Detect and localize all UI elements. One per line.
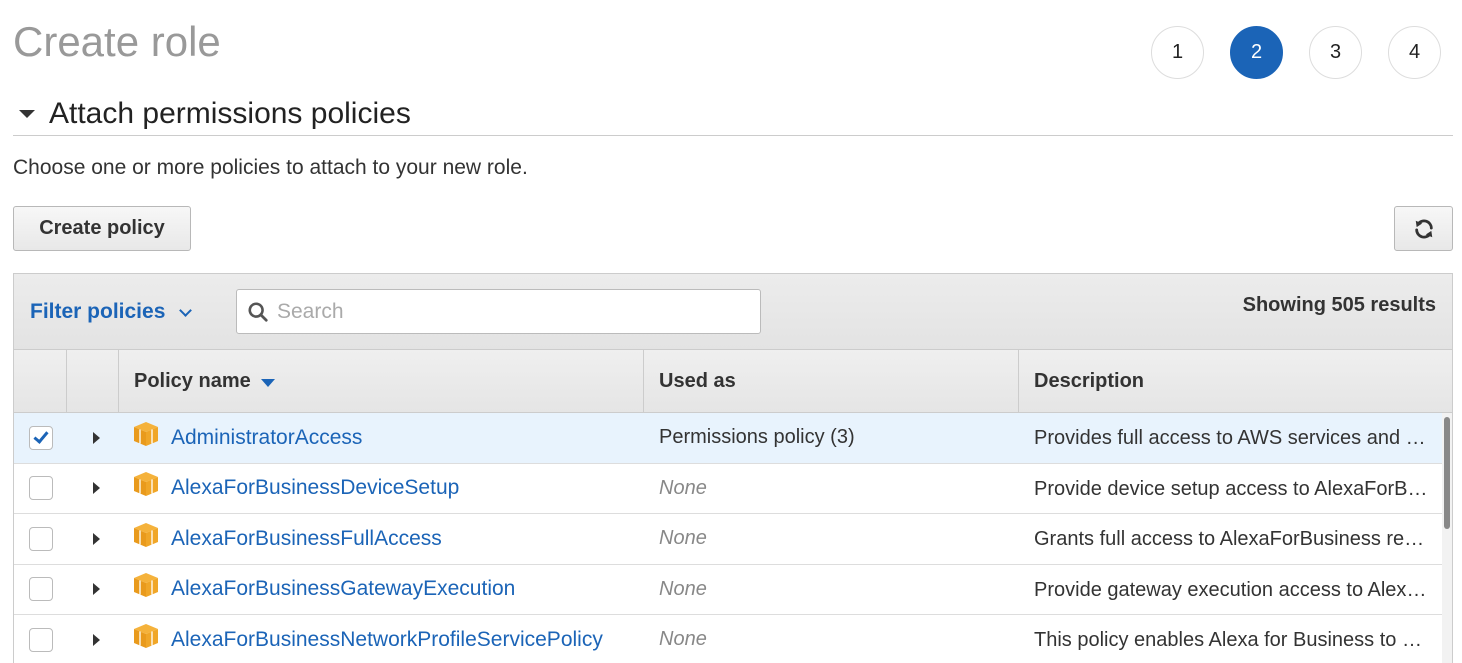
header-expand bbox=[67, 350, 119, 412]
policy-name-link[interactable]: AdministratorAccess bbox=[171, 426, 362, 450]
wizard-steps: 1 2 3 4 bbox=[1151, 26, 1441, 79]
sort-desc-icon[interactable] bbox=[260, 378, 275, 387]
header-policy-name-label: Policy name bbox=[134, 369, 251, 392]
row-select-cell bbox=[14, 464, 67, 514]
table-row[interactable]: AlexaForBusinessGatewayExecution None Pr… bbox=[14, 565, 1452, 615]
aws-policy-cube-icon bbox=[134, 522, 158, 547]
policy-name-cell: AlexaForBusinessGatewayExecution bbox=[119, 565, 644, 615]
header-used-as[interactable]: Used as bbox=[644, 350, 1019, 412]
step-4[interactable]: 4 bbox=[1388, 26, 1441, 79]
table-row[interactable]: AlexaForBusinessNetworkProfileServicePol… bbox=[14, 615, 1452, 663]
description-cell: Grants full access to AlexaForBusiness r… bbox=[1034, 528, 1429, 550]
filter-policies-dropdown[interactable]: Filter policies bbox=[30, 300, 193, 324]
description-cell: This policy enables Alexa for Business t… bbox=[1034, 629, 1429, 651]
header-select-all bbox=[14, 350, 67, 412]
results-count: Showing 505 results bbox=[1242, 294, 1436, 316]
refresh-icon bbox=[1414, 219, 1433, 238]
used-as-cell: None bbox=[659, 476, 707, 499]
search-input[interactable] bbox=[277, 299, 737, 324]
row-select-cell bbox=[14, 615, 67, 663]
expand-caret-icon[interactable] bbox=[92, 431, 100, 444]
row-checkbox[interactable] bbox=[28, 577, 53, 602]
page-title: Create role bbox=[13, 18, 221, 65]
used-as-cell: Permissions policy (3) bbox=[659, 426, 855, 449]
row-expand-cell bbox=[67, 413, 119, 463]
row-checkbox[interactable] bbox=[28, 425, 53, 450]
row-checkbox[interactable] bbox=[28, 627, 53, 652]
expand-caret-icon[interactable] bbox=[92, 482, 100, 495]
table-toolbar: Filter policies Showing 505 results bbox=[14, 274, 1452, 350]
policy-name-link[interactable]: AlexaForBusinessNetworkProfileServicePol… bbox=[171, 628, 603, 652]
row-select-cell bbox=[14, 565, 67, 615]
policies-table: Filter policies Showing 505 results Poli… bbox=[13, 273, 1453, 663]
expand-caret-icon[interactable] bbox=[92, 583, 100, 596]
section-title: Attach permissions policies bbox=[49, 96, 411, 130]
row-select-cell bbox=[14, 514, 67, 564]
chevron-down-icon bbox=[179, 303, 193, 317]
table-scrollbar[interactable] bbox=[1442, 413, 1452, 663]
collapse-caret-icon[interactable] bbox=[19, 109, 35, 118]
aws-policy-cube-icon bbox=[134, 573, 158, 598]
row-select-cell bbox=[14, 413, 67, 463]
expand-caret-icon[interactable] bbox=[92, 633, 100, 646]
row-checkbox[interactable] bbox=[28, 526, 53, 551]
policy-name-link[interactable]: AlexaForBusinessDeviceSetup bbox=[171, 476, 459, 500]
row-expand-cell bbox=[67, 615, 119, 663]
section-intro: Choose one or more policies to attach to… bbox=[13, 156, 528, 179]
used-as-cell: None bbox=[659, 527, 707, 550]
header-description[interactable]: Description bbox=[1019, 350, 1452, 412]
create-policy-button[interactable]: Create policy bbox=[13, 206, 191, 251]
step-3[interactable]: 3 bbox=[1309, 26, 1362, 79]
policy-name-cell: AlexaForBusinessDeviceSetup bbox=[119, 464, 644, 514]
description-cell: Provide device setup access to AlexaForB… bbox=[1034, 477, 1429, 500]
table-row[interactable]: AlexaForBusinessDeviceSetup None Provide… bbox=[14, 464, 1452, 514]
row-expand-cell bbox=[67, 514, 119, 564]
row-expand-cell bbox=[67, 565, 119, 615]
aws-policy-cube-icon bbox=[134, 623, 158, 648]
table-header: Policy name Used as Description bbox=[14, 350, 1452, 413]
table-row[interactable]: AdministratorAccess Permissions policy (… bbox=[14, 413, 1452, 464]
description-cell: Provide gateway execution access to Alex… bbox=[1034, 578, 1429, 601]
policy-name-cell: AlexaForBusinessNetworkProfileServicePol… bbox=[119, 615, 644, 663]
step-1[interactable]: 1 bbox=[1151, 26, 1204, 79]
used-as-cell: None bbox=[659, 628, 707, 651]
policy-name-cell: AlexaForBusinessFullAccess bbox=[119, 514, 644, 564]
step-2[interactable]: 2 bbox=[1230, 26, 1283, 79]
expand-caret-icon[interactable] bbox=[92, 532, 100, 545]
policy-name-link[interactable]: AlexaForBusinessFullAccess bbox=[171, 527, 442, 551]
policy-name-cell: AdministratorAccess bbox=[119, 413, 644, 463]
table-row[interactable]: AlexaForBusinessFullAccess None Grants f… bbox=[14, 514, 1452, 565]
row-expand-cell bbox=[67, 464, 119, 514]
header-policy-name[interactable]: Policy name bbox=[119, 350, 644, 412]
used-as-cell: None bbox=[659, 577, 707, 600]
refresh-button[interactable] bbox=[1394, 206, 1453, 251]
aws-policy-cube-icon bbox=[134, 472, 158, 497]
description-cell: Provides full access to AWS services and… bbox=[1034, 427, 1429, 449]
policy-name-link[interactable]: AlexaForBusinessGatewayExecution bbox=[171, 577, 515, 601]
search-icon bbox=[248, 301, 268, 322]
aws-policy-cube-icon bbox=[134, 421, 158, 446]
search-box[interactable] bbox=[236, 289, 761, 334]
table-body: AdministratorAccess Permissions policy (… bbox=[14, 413, 1452, 663]
row-checkbox[interactable] bbox=[28, 476, 53, 501]
checkmark-icon bbox=[32, 427, 49, 444]
filter-label: Filter policies bbox=[30, 300, 166, 323]
scrollbar-thumb[interactable] bbox=[1444, 417, 1450, 529]
section-header[interactable]: Attach permissions policies bbox=[13, 92, 1453, 136]
